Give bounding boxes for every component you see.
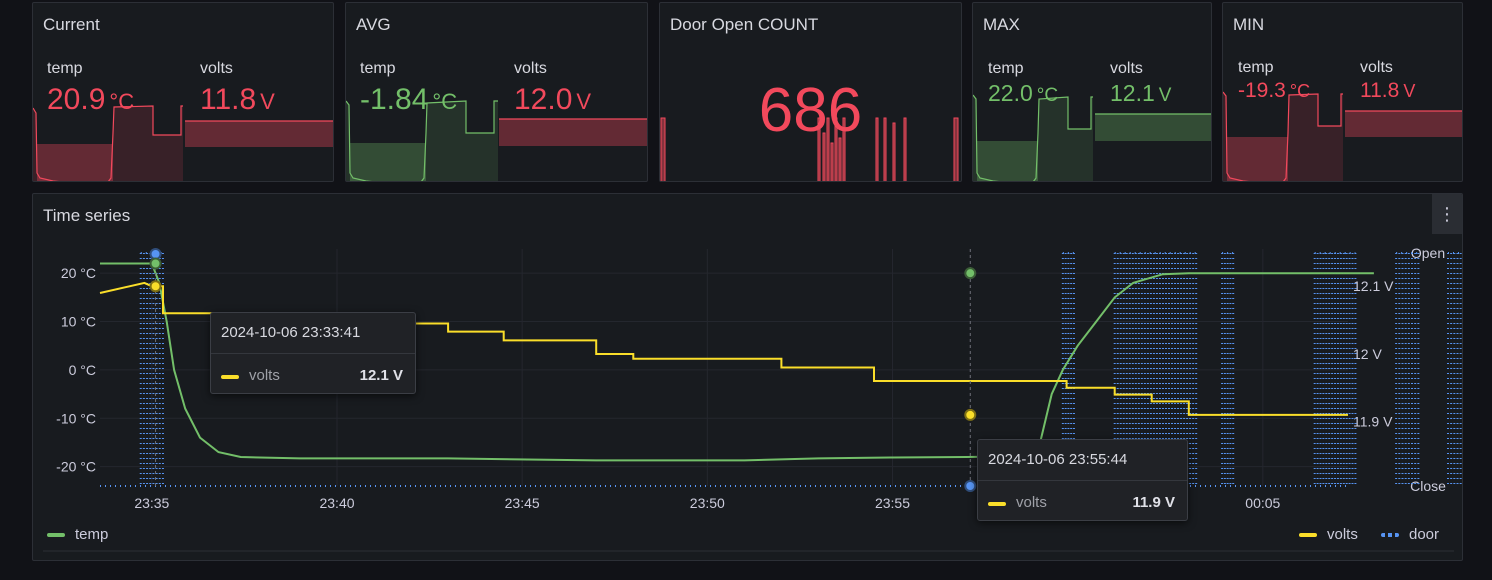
stat-panel-min[interactable]: MIN temp -19.3 °C volts 11.8 V <box>1222 2 1463 182</box>
tooltip-series-name: volts <box>249 367 280 384</box>
hover-point-door <box>964 480 977 492</box>
y-tick-door-close: Close <box>1410 478 1446 494</box>
tooltip-time: 2024-10-06 23:55:44 <box>988 451 1128 468</box>
stat-panel-avg[interactable]: AVG temp -1.84 °C volts 12.0 V <box>345 2 648 182</box>
x-tick: 23:50 <box>690 495 725 511</box>
stat-panel-door-count[interactable]: Door Open COUNT 686 <box>659 2 962 182</box>
stat-value-volts: 12.1 V <box>1110 80 1172 106</box>
stat-label-temp: temp <box>1238 59 1274 76</box>
stat-label-volts: volts <box>1110 60 1143 77</box>
stat-value-volts: 12.0 V <box>514 83 592 116</box>
legend-door-swatch[interactable] <box>1381 533 1399 537</box>
y-tick-left: 0 °C <box>69 362 96 378</box>
hover-point-temp <box>964 267 977 280</box>
x-tick: 23:35 <box>134 495 169 511</box>
legend-temp[interactable]: temp <box>75 526 108 543</box>
tooltip-volts-2: 2024-10-06 23:55:44 volts 11.9 V <box>977 439 1188 521</box>
tooltip-value: 11.9 V <box>1132 494 1175 511</box>
stat-value-temp: 20.9 °C <box>47 83 135 116</box>
hover-point-door <box>149 248 162 260</box>
tooltip-value: 12.1 V <box>359 367 403 384</box>
legend-volts[interactable]: volts <box>1327 526 1358 543</box>
legend-temp-swatch[interactable] <box>47 533 65 537</box>
y-axis-right: 12.1 V12 V11.9 VOpenClose <box>1353 245 1446 494</box>
tooltip-volts-1: 2024-10-06 23:33:41 volts 12.1 V <box>210 312 416 394</box>
stat-panel-max[interactable]: MAX temp 22.0 °C volts 12.1 V <box>972 2 1212 182</box>
x-tick: 00:05 <box>1245 495 1280 511</box>
stat-value-temp: -1.84 °C <box>360 83 458 116</box>
stat-value-temp: -19.3 °C <box>1238 79 1311 102</box>
hover-point-temp <box>149 257 162 270</box>
y-tick-left: -10 °C <box>56 410 96 426</box>
stat-value-temp: 22.0 °C <box>988 80 1059 106</box>
tooltip-series-swatch <box>988 502 1006 506</box>
tooltip-series-swatch <box>221 375 239 379</box>
tooltip-series-name: volts <box>1016 494 1047 511</box>
timeseries-panel[interactable]: Time series ⋮ 20 °C 10 °C 0 °C -10 °C -20 °C… <box>32 193 1463 561</box>
y-tick-right: 11.9 V <box>1353 414 1393 430</box>
stat-value-volts: 11.8 V <box>200 83 275 116</box>
x-tick: 23:55 <box>875 495 910 511</box>
y-tick-left: -20 °C <box>56 459 96 475</box>
y-tick-left: 10 °C <box>61 314 96 330</box>
x-tick: 23:40 <box>319 495 354 511</box>
y-axis-left: 20 °C 10 °C 0 °C -10 °C -20 °C <box>56 265 96 474</box>
stat-label-temp: temp <box>360 60 396 77</box>
stat-label-volts: volts <box>1360 59 1393 76</box>
stat-value-volts: 11.8 V <box>1360 79 1416 102</box>
y-tick-right: 12 V <box>1353 346 1382 362</box>
y-tick-right: 12.1 V <box>1353 278 1394 294</box>
stat-label-volts: volts <box>200 60 233 77</box>
hover-point-volts <box>964 408 977 421</box>
stat-label-volts: volts <box>514 60 547 77</box>
stat-label-temp: temp <box>47 60 83 77</box>
x-tick: 23:45 <box>505 495 540 511</box>
stat-label-temp: temp <box>988 60 1024 77</box>
legend-volts-swatch[interactable] <box>1299 533 1317 537</box>
tooltip-time: 2024-10-06 23:33:41 <box>221 324 361 341</box>
legend-door[interactable]: door <box>1409 526 1439 543</box>
stat-panel-current[interactable]: Current temp 20.9 °C volts 11.8 V <box>32 2 334 182</box>
y-tick-left: 20 °C <box>61 265 96 281</box>
door-count-value: 686 <box>758 76 863 145</box>
hover-point-volts <box>149 280 162 293</box>
